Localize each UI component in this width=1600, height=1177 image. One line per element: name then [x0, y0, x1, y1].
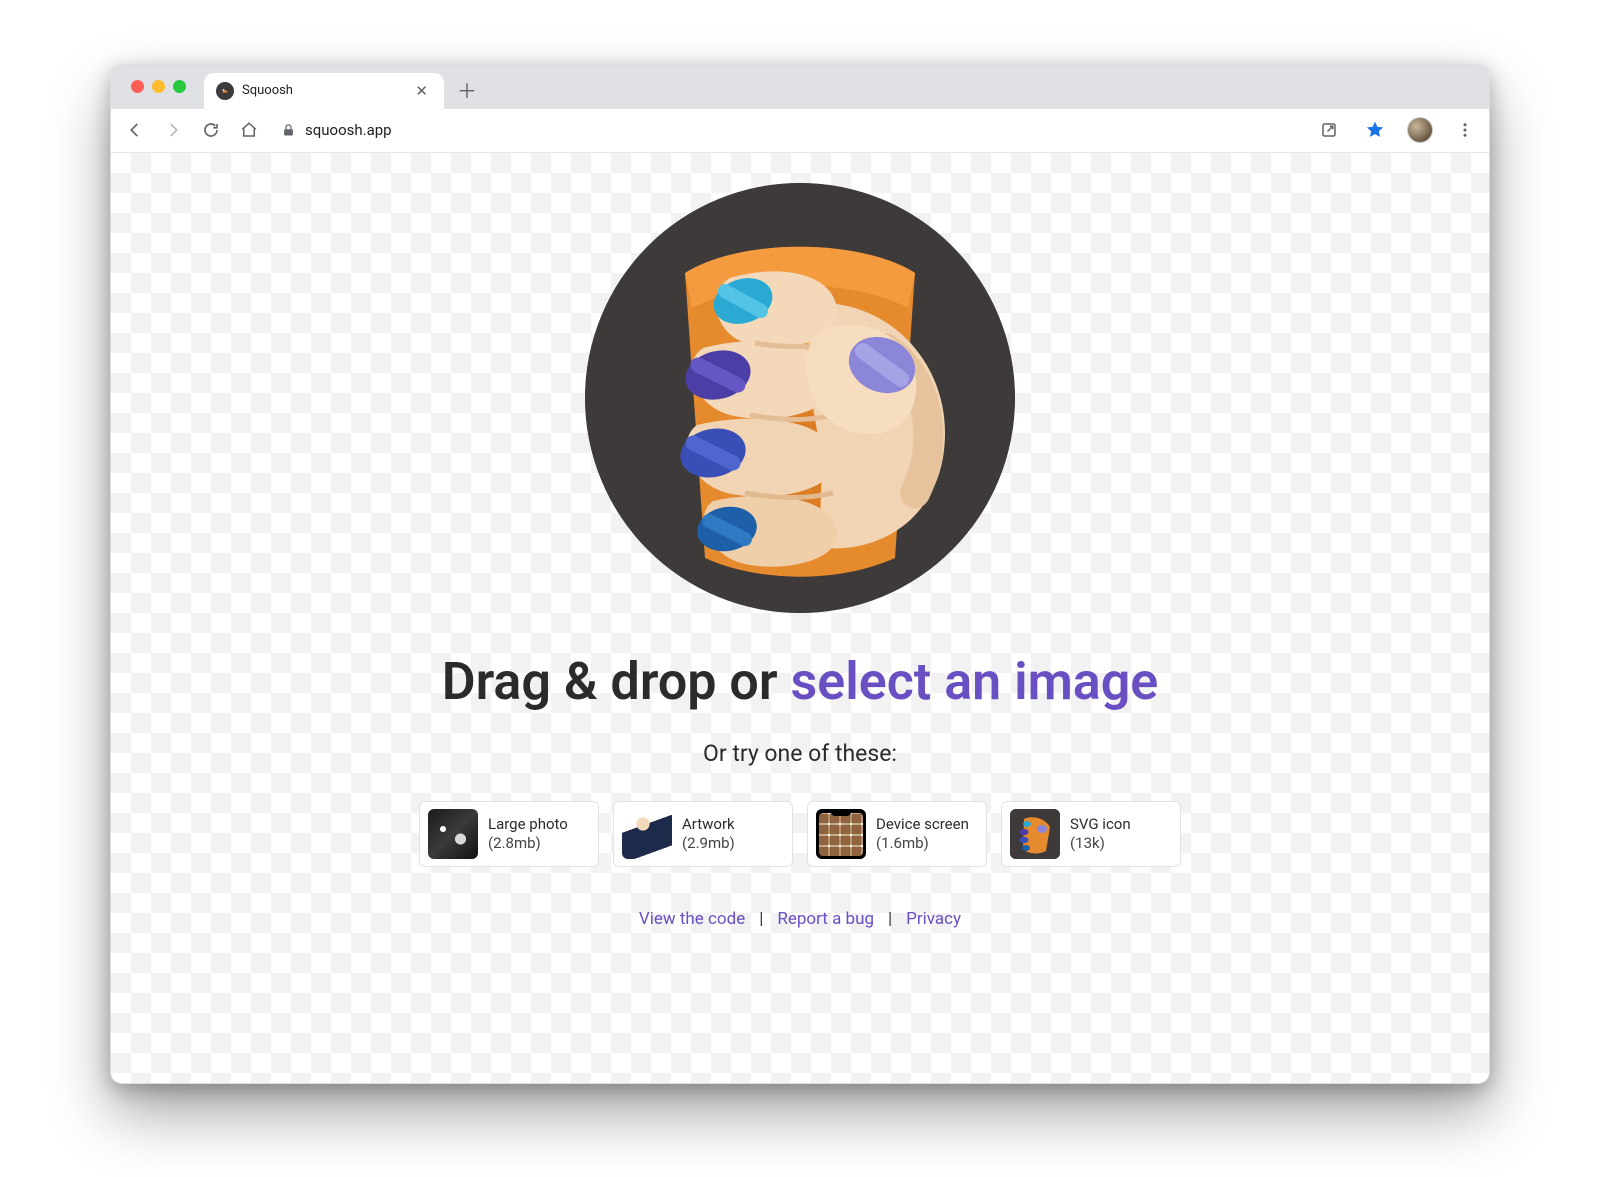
- window-controls: [119, 65, 198, 109]
- page-content: Drag & drop or select an image Or try on…: [111, 153, 1489, 1083]
- bookmark-star-icon[interactable]: [1361, 116, 1389, 144]
- address-bar[interactable]: squoosh.app: [273, 114, 398, 146]
- sample-label: Device screen: [876, 815, 969, 834]
- sample-meta: (13k): [1070, 834, 1131, 853]
- sample-meta: (2.8mb): [488, 834, 568, 853]
- reload-button[interactable]: [197, 116, 225, 144]
- address-url: squoosh.app: [305, 121, 392, 139]
- sample-svg-icon[interactable]: SVG icon (13k): [1001, 801, 1181, 867]
- close-window-button[interactable]: [131, 80, 144, 93]
- maximize-window-button[interactable]: [173, 80, 186, 93]
- back-button[interactable]: [121, 116, 149, 144]
- sample-label: Artwork: [682, 815, 735, 834]
- sample-label: SVG icon: [1070, 815, 1131, 834]
- select-image-link[interactable]: select an image: [790, 651, 1158, 712]
- report-bug-link[interactable]: Report a bug: [777, 909, 874, 929]
- sample-subhead: Or try one of these:: [703, 740, 897, 767]
- tab-title: Squoosh: [242, 83, 403, 98]
- sample-thumb-icon: [1010, 809, 1060, 859]
- drop-headline: Drag & drop or select an image: [442, 651, 1159, 712]
- headline-prefix: Drag & drop or: [442, 651, 791, 712]
- sample-meta: (1.6mb): [876, 834, 969, 853]
- new-tab-button[interactable]: ＋: [452, 75, 482, 105]
- squoosh-logo: [585, 183, 1015, 613]
- forward-button[interactable]: [159, 116, 187, 144]
- tab-favicon: [216, 82, 234, 100]
- sample-artwork[interactable]: Artwork (2.9mb): [613, 801, 793, 867]
- home-button[interactable]: [235, 116, 263, 144]
- tab-strip: Squoosh ✕ ＋: [111, 65, 1489, 109]
- sample-thumb-icon: [816, 809, 866, 859]
- sample-label: Large photo: [488, 815, 568, 834]
- browser-toolbar: squoosh.app: [111, 109, 1489, 153]
- sample-device-screen[interactable]: Device screen (1.6mb): [807, 801, 987, 867]
- view-code-link[interactable]: View the code: [639, 909, 745, 929]
- sample-list: Large photo (2.8mb) Artwork (2.9mb) Devi…: [419, 801, 1181, 867]
- tab-close-icon[interactable]: ✕: [411, 82, 432, 100]
- footer-links: View the code | Report a bug | Privacy: [639, 909, 961, 929]
- separator-icon: |: [888, 909, 892, 929]
- lock-icon: [279, 121, 297, 139]
- browser-tab[interactable]: Squoosh ✕: [204, 73, 444, 109]
- sample-large-photo[interactable]: Large photo (2.8mb): [419, 801, 599, 867]
- sample-thumb-icon: [622, 809, 672, 859]
- minimize-window-button[interactable]: [152, 80, 165, 93]
- privacy-link[interactable]: Privacy: [906, 909, 961, 929]
- open-external-icon[interactable]: [1315, 116, 1343, 144]
- sample-meta: (2.9mb): [682, 834, 735, 853]
- browser-window: Squoosh ✕ ＋ squoosh.app: [110, 64, 1490, 1084]
- separator-icon: |: [759, 909, 763, 929]
- menu-button[interactable]: [1451, 116, 1479, 144]
- sample-thumb-icon: [428, 809, 478, 859]
- profile-avatar[interactable]: [1407, 117, 1433, 143]
